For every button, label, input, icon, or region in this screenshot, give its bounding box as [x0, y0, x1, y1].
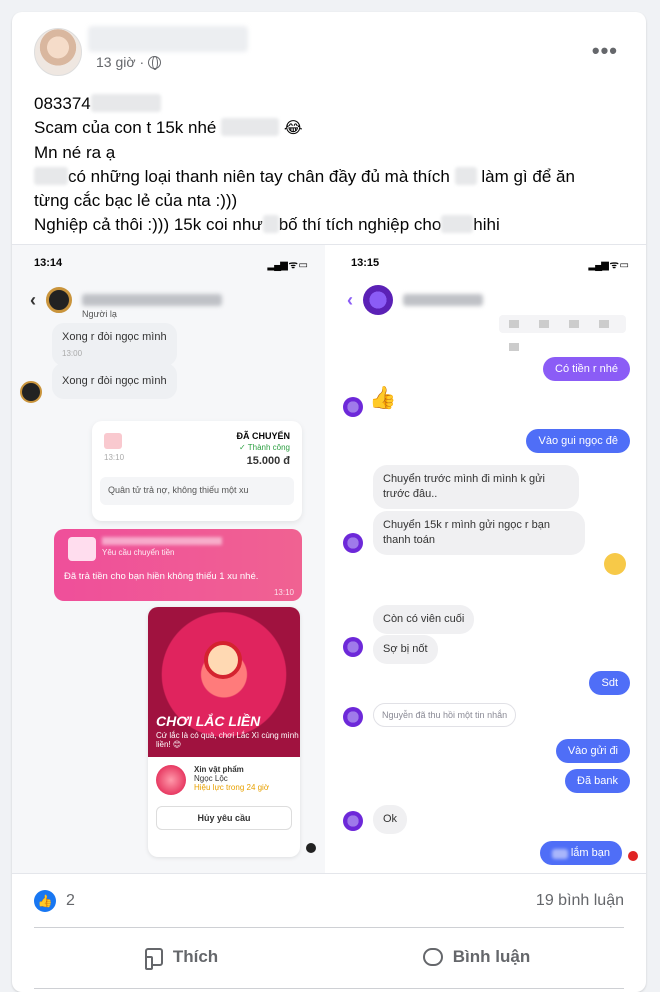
contact-avatar-small [343, 707, 363, 727]
redacted-block [221, 118, 280, 136]
chat-bubble-sent: Đã bank [565, 769, 630, 793]
post-meta: 13 giờ · [96, 54, 162, 70]
back-icon: ‹ [30, 289, 36, 310]
mascot-image [204, 641, 242, 679]
contact-name-redacted [82, 294, 222, 306]
comment-icon [422, 948, 443, 966]
contact-avatar-small [343, 397, 363, 417]
cancel-request-button: Hủy yêu cầu [156, 806, 292, 830]
back-icon: ‹ [347, 289, 353, 310]
sad-emoji-icon [604, 553, 626, 575]
chat-bubble-received: Sợ bị nốt [373, 635, 438, 664]
more-options-icon[interactable]: ••• [592, 38, 618, 64]
comment-count[interactable]: 19 bình luận [536, 892, 624, 910]
transfer-card: 13:10 ĐÃ CHUYỂN ✓ Thành công 15.000 đ Qu… [92, 421, 302, 521]
chat-bubble-sent: Vào gui ngọc đê [526, 429, 630, 453]
author-name-redacted[interactable] [88, 26, 248, 52]
post-time[interactable]: 13 giờ [96, 54, 136, 70]
chat-bubble-received: Còn có viên cuối [373, 605, 475, 634]
contact-avatar-small [343, 637, 363, 657]
contact-avatar-small [343, 533, 363, 553]
author-avatar[interactable] [34, 28, 82, 76]
screenshot-left[interactable]: 13:14 ▂▄▆ ᯤ ▭ ‹ Người lạ Xong r đòi ngọc… [12, 245, 325, 873]
contact-name-redacted [403, 294, 483, 306]
chat-bubble-sent: Sdt [589, 671, 630, 695]
chat-header: ‹ Người lạ [30, 285, 315, 319]
chat-bubble-sent: lắm bạn [539, 841, 622, 865]
post-text: 083374 Scam của con t 15k nhé 😂 Mn né ra… [34, 94, 575, 234]
like-reaction-icon: 👍 [34, 890, 56, 912]
divider [34, 988, 624, 989]
chat-bubble-sent: Có tiền r nhé [543, 357, 630, 381]
chat-bubble-received: Ok [373, 805, 408, 834]
redacted-block [551, 849, 568, 859]
chat-bubble: Xong r đòi ngọc mình [52, 363, 177, 399]
thumbs-up-icon: 👍 [369, 385, 397, 410]
contact-avatar-small [20, 381, 42, 403]
chat-bubble-sent: Vào gửi đi [555, 739, 630, 763]
reaction-count[interactable]: 2 [66, 892, 75, 910]
gem-icon [156, 765, 186, 795]
screenshot-right[interactable]: 13:15 ▂▄▆ ᯤ ▭ ‹ Có tiền r nhé 👍 Vào gui … [329, 245, 646, 873]
laughing-emoji-icon: 😂 [283, 120, 303, 137]
promo-card: CHƠI LẮC LIỀN Cứ lắc là có quà, chơi Lắc… [148, 607, 300, 857]
post-images[interactable]: 13:14 ▂▄▆ ᯤ ▭ ‹ Người lạ Xong r đòi ngọc… [12, 244, 646, 874]
chat-bubble-received: Chuyển 15k r mình gửi ngọc r bạn thanh t… [373, 511, 585, 555]
redacted-block [441, 215, 474, 233]
globe-icon[interactable] [148, 55, 162, 70]
contact-avatar-small [343, 811, 363, 831]
divider [34, 927, 624, 928]
transfer-icon [104, 433, 122, 449]
redacted-block [90, 94, 161, 112]
redacted-block [454, 167, 477, 185]
redacted-block [34, 167, 68, 185]
redacted-block [262, 215, 279, 233]
recalled-message: Nguyễn đã thu hồi một tin nhắn [373, 703, 517, 727]
reactions-summary[interactable]: 👍 2 [34, 890, 75, 912]
pinned-strip [499, 315, 626, 351]
chat-header: ‹ [347, 285, 636, 315]
promo-banner: CHƠI LẮC LIỀN Cứ lắc là có quà, chơi Lắc… [148, 607, 300, 757]
like-button[interactable]: Thích [34, 934, 329, 980]
status-icons: ▂▄▆ ᯤ ▭ [588, 260, 629, 271]
post-card: 13 giờ · ••• 083374 Scam của con t 15k n… [12, 12, 646, 992]
comment-button[interactable]: Bình luận [329, 934, 624, 980]
like-icon [144, 948, 163, 970]
seen-avatar [306, 843, 316, 853]
error-icon [628, 851, 638, 861]
redacted-name [102, 537, 222, 545]
chat-bubble-received: Chuyển trước mình đi mình k gửi trước đâ… [373, 465, 579, 509]
gift-icon [68, 537, 96, 561]
status-icons: ▂▄▆ ᯤ ▭ [267, 260, 308, 271]
chat-bubble: Xong r đòi ngọc mình 13:00 [52, 323, 177, 366]
contact-avatar [46, 287, 72, 313]
post-actions: Thích Bình luận [34, 934, 624, 980]
contact-avatar [363, 285, 393, 315]
payment-request-bubble: Yêu cầu chuyển tiền Đã trả tiền cho bạn … [54, 529, 302, 601]
